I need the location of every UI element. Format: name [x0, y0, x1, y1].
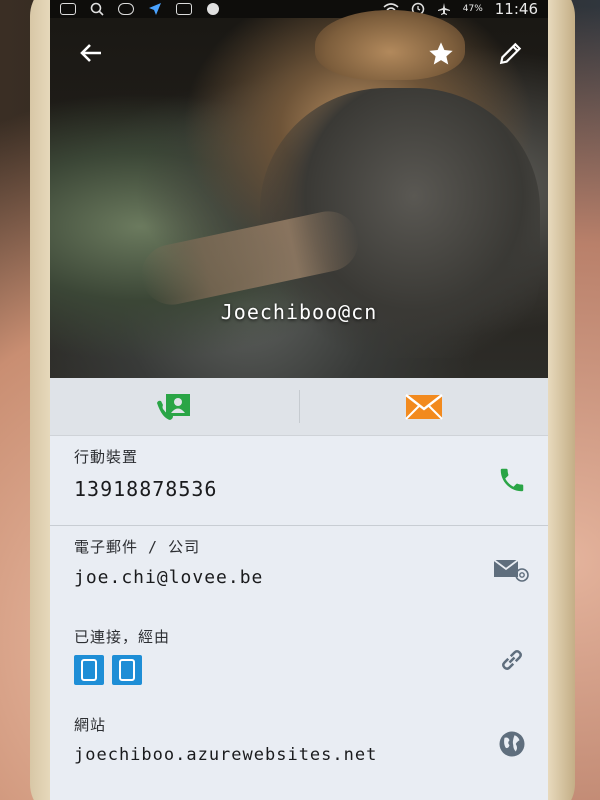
- back-button[interactable]: [74, 40, 108, 74]
- notification-icon: [207, 3, 219, 15]
- contact-details: 行動裝置 13918878536 電子郵件 / 公司 joe.chi@lovee…: [50, 436, 548, 800]
- battery-percent: 47%: [462, 4, 483, 14]
- device-icon[interactable]: [112, 655, 142, 685]
- email-action-button[interactable]: [492, 550, 532, 590]
- website-entry[interactable]: 網站 joechiboo.azurewebsites.net: [50, 704, 548, 800]
- line-icon: [118, 3, 134, 15]
- linked-label: 已連接，經由: [74, 628, 171, 646]
- star-icon: [429, 42, 453, 65]
- phone-label: 行動裝置: [74, 448, 139, 466]
- phone-icon: [500, 468, 524, 492]
- link-icon: [502, 650, 522, 670]
- website-url[interactable]: joechiboo.azurewebsites.net: [74, 745, 548, 765]
- airplane-icon: [437, 3, 450, 15]
- email-address[interactable]: joe.chi@lovee.be: [74, 567, 548, 588]
- phone-number[interactable]: 13918878536: [74, 477, 548, 501]
- device-icon[interactable]: [74, 655, 104, 685]
- contact-photo: [50, 10, 548, 378]
- phone-screen: 47% 11:46 Joechiboo@cn 行動裝置 13918878536 …: [50, 0, 548, 800]
- contact-name: Joechiboo@cn: [220, 300, 378, 324]
- link-button[interactable]: [492, 640, 532, 680]
- instagram-icon: [176, 3, 192, 15]
- globe-icon: [499, 731, 525, 757]
- navigation-icon: [149, 3, 161, 15]
- email-at-icon: [493, 559, 529, 582]
- email-icon: [405, 393, 443, 420]
- edit-button[interactable]: [494, 40, 528, 74]
- website-label: 網站: [74, 716, 107, 734]
- search-icon: [90, 2, 104, 16]
- send-email-button[interactable]: [300, 378, 549, 435]
- open-website-button[interactable]: [492, 724, 532, 764]
- pencil-icon: [499, 42, 522, 65]
- email-entry[interactable]: 電子郵件 / 公司 joe.chi@lovee.be: [50, 526, 548, 616]
- call-button[interactable]: [492, 460, 532, 500]
- status-bar: 47% 11:46: [50, 0, 548, 18]
- sim-icon: [60, 3, 76, 15]
- email-label: 電子郵件 / 公司: [74, 538, 201, 556]
- contact-call-icon: [157, 393, 191, 420]
- call-contact-button[interactable]: [50, 378, 299, 435]
- phone-entry[interactable]: 行動裝置 13918878536: [50, 436, 548, 526]
- clock: 11:46: [494, 0, 538, 18]
- linked-accounts-entry: 已連接，經由: [50, 616, 548, 704]
- favorite-button[interactable]: [424, 40, 458, 74]
- back-arrow-icon: [80, 44, 101, 62]
- linked-devices: [74, 655, 548, 685]
- quick-actions: [50, 378, 548, 436]
